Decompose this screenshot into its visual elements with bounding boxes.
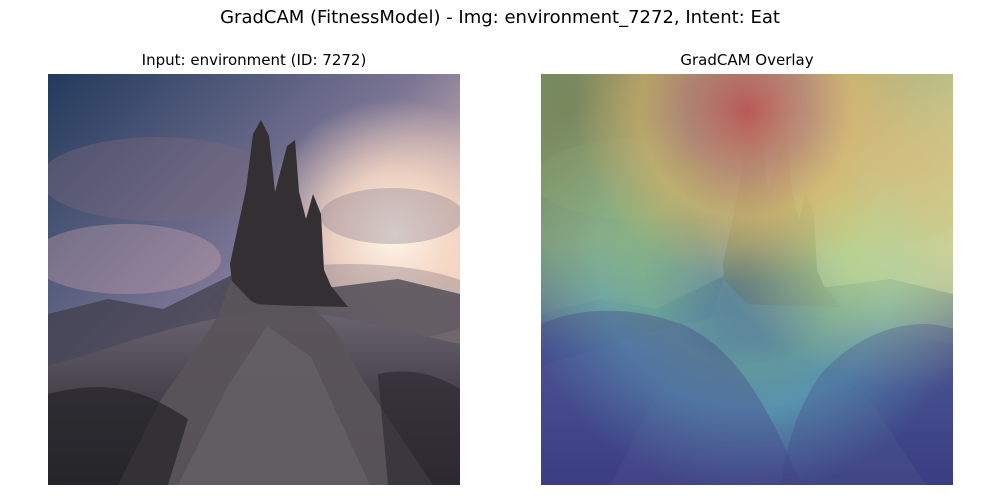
input-panel-title: Input: environment (ID: 7272) — [141, 51, 367, 69]
overlay-panel-title: GradCAM Overlay — [680, 51, 814, 69]
figure-title: GradCAM (FitnessModel) - Img: environmen… — [220, 7, 780, 28]
gradcam-overlay-image — [541, 74, 953, 485]
gradcam-overlay-panel — [541, 74, 953, 485]
input-image-panel — [48, 74, 460, 485]
input-image — [48, 74, 460, 485]
